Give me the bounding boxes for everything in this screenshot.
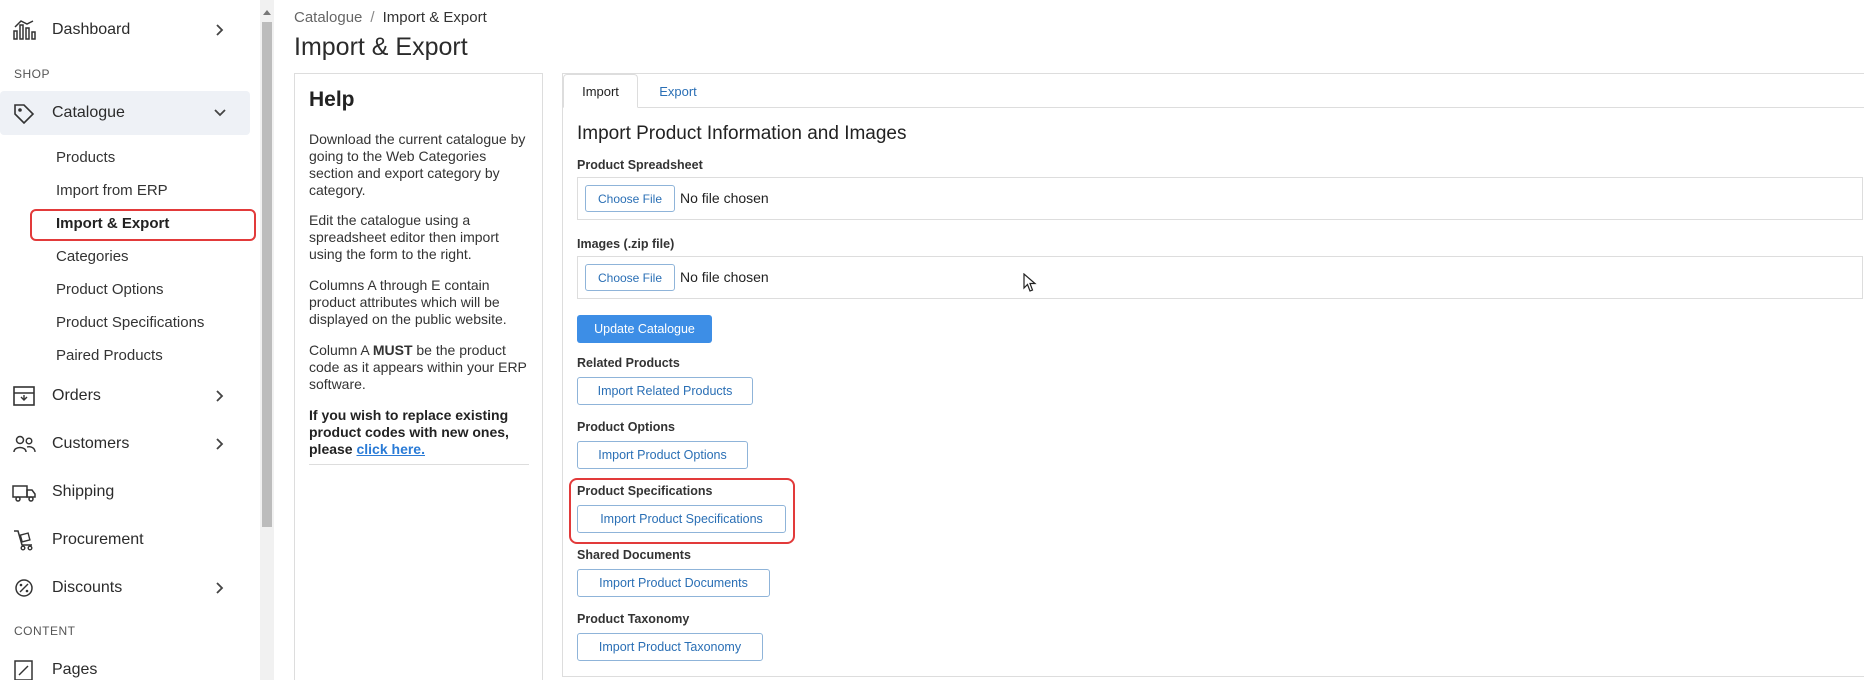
nav-shipping[interactable]: Shipping [0, 470, 250, 514]
help-p4-pre: Column A [309, 342, 373, 358]
tab-export[interactable]: Export [638, 74, 718, 108]
nav-customers[interactable]: Customers [0, 422, 250, 466]
chevron-right-icon[interactable] [212, 580, 228, 596]
help-paragraph-1: Download the current catalogue by going … [309, 131, 526, 198]
nav-shipping-label: Shipping [52, 483, 115, 500]
product-spreadsheet-label: Product Spreadsheet [577, 158, 703, 172]
breadcrumb: Catalogue / Import & Export [294, 9, 487, 26]
chevron-right-icon[interactable] [212, 436, 228, 452]
sub-paired-products[interactable]: Paired Products [56, 347, 163, 364]
chevron-right-icon[interactable] [212, 388, 228, 404]
tab-import[interactable]: Import [563, 74, 638, 108]
nav-discounts[interactable]: Discounts [0, 566, 250, 610]
help-paragraph-5: If you wish to replace existing product … [309, 407, 529, 458]
import-product-specifications-button[interactable]: Import Product Specifications [577, 505, 786, 533]
import-product-documents-button[interactable]: Import Product Documents [577, 569, 770, 597]
sub-import-from-erp[interactable]: Import from ERP [56, 182, 168, 199]
page-title: Import & Export [294, 33, 468, 61]
dashboard-icon [13, 20, 36, 40]
product-specifications-label: Product Specifications [577, 484, 713, 498]
shared-documents-label: Shared Documents [577, 548, 691, 562]
help-paragraph-2: Edit the catalogue using a spreadsheet e… [309, 212, 499, 262]
images-file-status: No file chosen [680, 269, 769, 285]
import-product-options-button[interactable]: Import Product Options [577, 441, 748, 469]
page-icon [14, 660, 33, 680]
section-shop: SHOP [14, 67, 51, 81]
truck-icon [12, 485, 36, 502]
breadcrumb-catalogue[interactable]: Catalogue [294, 9, 362, 26]
sub-product-specifications[interactable]: Product Specifications [56, 314, 204, 331]
nav-procurement-label: Procurement [52, 531, 144, 548]
product-spreadsheet-file-input[interactable]: Choose File No file chosen [577, 177, 1863, 220]
help-divider [309, 464, 529, 465]
sub-products[interactable]: Products [56, 149, 115, 166]
images-zip-label: Images (.zip file) [577, 237, 675, 251]
product-options-label: Product Options [577, 420, 675, 434]
nav-dashboard[interactable]: Dashboard [0, 8, 250, 52]
help-p4-must: MUST [372, 342, 413, 358]
nav-discounts-label: Discounts [52, 579, 123, 596]
discount-icon [15, 579, 33, 597]
nav-catalogue-label: Catalogue [52, 104, 125, 121]
nav-procurement[interactable]: Procurement [0, 518, 250, 562]
nav-orders[interactable]: Orders [0, 374, 250, 418]
tab-strip [563, 107, 1864, 108]
scroll-up-arrow-icon[interactable] [263, 10, 271, 15]
section-content: CONTENT [14, 624, 76, 638]
box-icon [13, 386, 35, 406]
choose-file-spreadsheet-button[interactable]: Choose File [585, 185, 675, 212]
choose-file-images-button[interactable]: Choose File [585, 264, 675, 291]
help-paragraph-3: Columns A through E contain product attr… [309, 277, 507, 327]
help-paragraph-4: Column A MUST be the product code as it … [309, 342, 529, 393]
nav-customers-label: Customers [52, 435, 130, 452]
product-taxonomy-label: Product Taxonomy [577, 612, 690, 626]
chevron-right-icon[interactable] [212, 22, 228, 38]
sub-import-export[interactable]: Import & Export [56, 215, 169, 232]
tag-icon [14, 104, 35, 124]
nav-pages[interactable]: Pages [0, 648, 250, 680]
spreadsheet-file-status: No file chosen [680, 190, 769, 206]
chevron-down-icon[interactable] [212, 105, 228, 121]
breadcrumb-current: Import & Export [382, 9, 487, 26]
trolley-icon [14, 530, 33, 551]
click-here-link[interactable]: click here. [356, 441, 425, 457]
help-panel: Help Download the current catalogue by g… [294, 73, 543, 680]
import-product-taxonomy-button[interactable]: Import Product Taxonomy [577, 633, 763, 661]
related-products-label: Related Products [577, 356, 680, 370]
sidebar-scroll-thumb[interactable] [262, 22, 272, 527]
help-title: Help [309, 88, 355, 111]
images-zip-file-input[interactable]: Choose File No file chosen [577, 256, 1863, 299]
sub-product-options[interactable]: Product Options [56, 281, 164, 298]
import-related-products-button[interactable]: Import Related Products [577, 377, 753, 405]
sidebar: Dashboard SHOP Catalogue Products Import… [0, 0, 260, 680]
users-icon [13, 435, 36, 453]
sub-categories[interactable]: Categories [56, 248, 129, 265]
nav-dashboard-label: Dashboard [52, 21, 131, 38]
nav-catalogue[interactable]: Catalogue [0, 91, 250, 135]
mouse-cursor-icon [1023, 273, 1037, 292]
import-section-title: Import Product Information and Images [577, 123, 907, 144]
nav-pages-label: Pages [52, 661, 98, 678]
breadcrumb-separator: / [370, 9, 375, 26]
nav-orders-label: Orders [52, 387, 101, 404]
import-export-panel: Import Export Import Product Information… [562, 73, 1864, 677]
update-catalogue-button[interactable]: Update Catalogue [577, 315, 712, 343]
